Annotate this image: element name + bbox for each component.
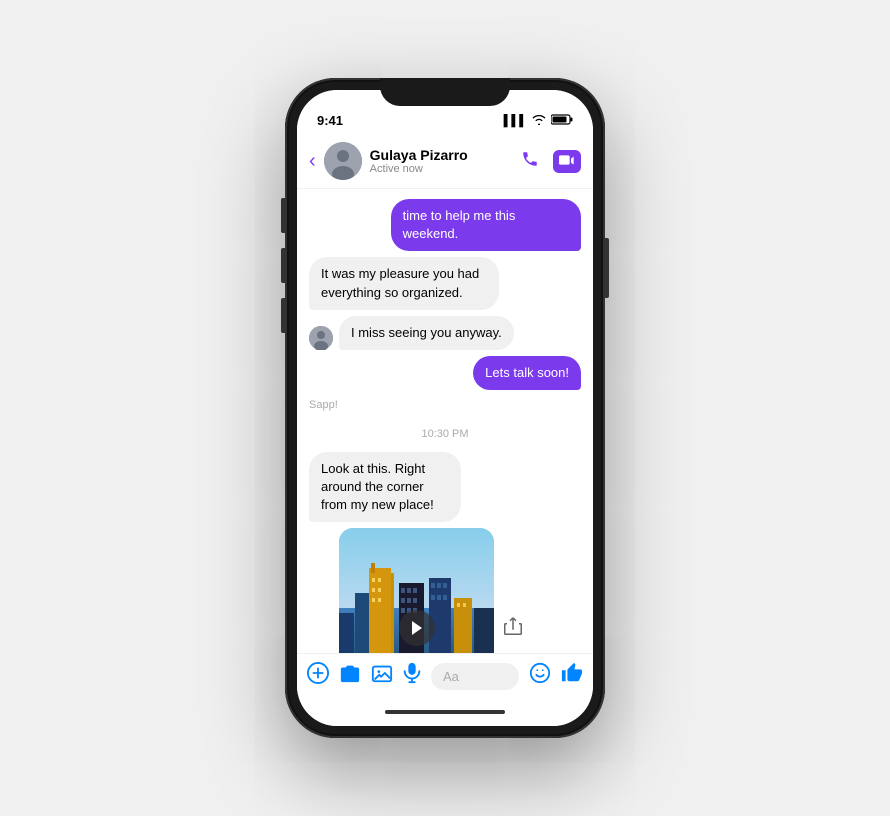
message-bubble-received: Sapp! xyxy=(309,396,338,415)
message-bubble-sent: time to help me this weekend. xyxy=(391,199,581,251)
battery-icon xyxy=(551,114,573,128)
timestamp: 10:30 PM xyxy=(309,428,581,440)
video-caption-text: Look at this. Right around the corner fr… xyxy=(321,461,434,512)
share-button[interactable] xyxy=(504,616,522,641)
home-indicator xyxy=(297,698,593,726)
contact-name: Gulaya Pizarro xyxy=(370,147,513,163)
phone-call-icon[interactable] xyxy=(521,150,539,173)
message-text: Lets talk soon! xyxy=(485,365,569,380)
video-call-icon[interactable] xyxy=(553,150,581,173)
header-actions xyxy=(521,150,581,173)
wifi-icon xyxy=(532,115,546,128)
message-bubble-received: I miss seeing you anyway. xyxy=(339,316,514,350)
emoji-button[interactable] xyxy=(529,662,551,690)
message-text: It was my pleasure you had everything so… xyxy=(321,266,479,299)
message-input[interactable]: Aa xyxy=(431,663,519,690)
messages-area: time to help me this weekend. It was my … xyxy=(297,189,593,653)
message-bubble-sent: Lets talk soon! xyxy=(473,356,581,390)
message-row: time to help me this weekend. xyxy=(309,199,581,251)
back-button[interactable]: ‹ xyxy=(309,150,316,173)
status-time: 9:41 xyxy=(317,113,343,128)
message-row: Sapp! xyxy=(309,396,581,415)
chat-header: ‹ Gulaya Pizarro Active now xyxy=(297,134,593,189)
camera-button[interactable] xyxy=(339,663,361,689)
message-text: Sapp! xyxy=(309,399,338,411)
status-icons: ▌▌▌ xyxy=(504,114,573,128)
message-row: I miss seeing you anyway. xyxy=(309,316,581,350)
video-with-share: 0:08 xyxy=(309,528,527,653)
video-message-row: Look at this. Right around the corner fr… xyxy=(309,452,581,653)
video-thumbnail[interactable]: 0:08 xyxy=(339,528,494,653)
add-button[interactable] xyxy=(307,662,329,690)
message-text: I miss seeing you anyway. xyxy=(351,325,502,340)
message-text: time to help me this weekend. xyxy=(403,208,516,241)
home-bar xyxy=(385,710,505,714)
phone-frame: 9:41 ▌▌▌ xyxy=(285,78,605,738)
mic-button[interactable] xyxy=(403,662,421,690)
message-bubble-received: It was my pleasure you had everything so… xyxy=(309,257,499,309)
play-button[interactable] xyxy=(399,610,435,646)
notch xyxy=(380,78,510,106)
input-placeholder: Aa xyxy=(443,669,459,684)
contact-avatar xyxy=(324,142,362,180)
photo-button[interactable] xyxy=(371,663,393,689)
video-message-block: Look at this. Right around the corner fr… xyxy=(309,452,527,653)
contact-info: Gulaya Pizarro Active now xyxy=(370,147,513,175)
message-row: Lets talk soon! xyxy=(309,356,581,390)
contact-status: Active now xyxy=(370,163,513,175)
signal-icon: ▌▌▌ xyxy=(504,115,527,127)
video-caption-bubble: Look at this. Right around the corner fr… xyxy=(309,452,461,523)
phone-screen: 9:41 ▌▌▌ xyxy=(297,90,593,726)
sender-avatar xyxy=(309,326,333,350)
like-button[interactable] xyxy=(561,662,583,690)
input-bar: Aa xyxy=(297,653,593,698)
message-row: It was my pleasure you had everything so… xyxy=(309,257,581,309)
